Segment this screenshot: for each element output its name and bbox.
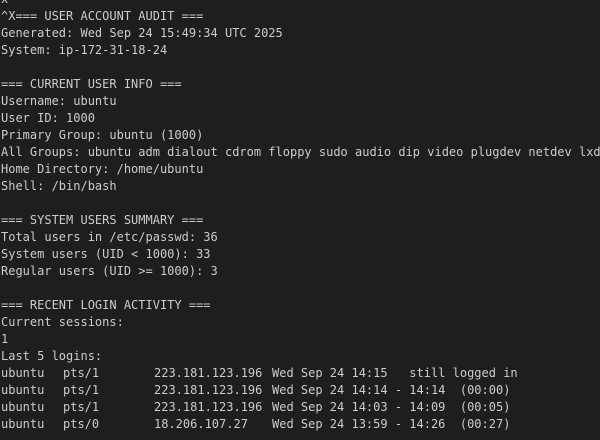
login-host: 18.206.107.27: [154, 417, 248, 431]
login-time: Wed Sep 24 14:03 - 14:09 (00:05): [272, 400, 511, 414]
primary-group-line: Primary Group: ubuntu (1000): [1, 128, 204, 142]
login-time: Wed Sep 24 14:15 still logged in: [272, 366, 518, 380]
username-line: Username: ubuntu: [1, 94, 117, 108]
all-groups-line: All Groups: ubuntu adm dialout cdrom flo…: [1, 145, 600, 159]
current-sessions-count: 1: [1, 332, 9, 346]
last-logins-label: Last 5 logins:: [1, 349, 103, 363]
login-tty: pts/1: [63, 366, 100, 380]
login-row: ubuntu pts/1 223.181.123.196 Wed Sep 24 …: [1, 399, 600, 416]
regular-users-line: Regular users (UID >= 1000): 3: [1, 264, 218, 278]
home-directory-line: Home Directory: /home/ubuntu: [1, 162, 204, 176]
login-activity-header: === RECENT LOGIN ACTIVITY ===: [1, 298, 211, 312]
login-user: ubuntu: [1, 366, 45, 380]
login-tty: pts/1: [63, 383, 100, 397]
login-row: ubuntu pts/1 223.181.123.196 Wed Sep 24 …: [1, 382, 600, 399]
system-line: System: ip-172-31-18-24: [1, 43, 168, 57]
login-time: Wed Sep 24 14:14 - 14:14 (00:00): [272, 383, 511, 397]
terminal-line: x: [1, 0, 600, 8]
login-host: 223.181.123.196: [154, 366, 263, 380]
login-time: Wed Sep 24 13:59 - 14:26 (00:27): [272, 417, 511, 431]
shell-line: Shell: /bin/bash: [1, 179, 117, 193]
login-user: ubuntu: [1, 400, 45, 414]
login-host: 223.181.123.196: [154, 383, 263, 397]
login-tty: pts/1: [63, 400, 100, 414]
login-row: ubuntu pts/0 18.206.107.27 Wed Sep 24 13…: [1, 416, 600, 433]
total-users-line: Total users in /etc/passwd: 36: [1, 230, 218, 244]
login-user: ubuntu: [1, 417, 45, 431]
current-user-header: === CURRENT USER INFO ===: [1, 77, 182, 91]
login-row: ubuntu pts/1 223.181.123.196 Wed Sep 24 …: [1, 365, 600, 382]
terminal-output[interactable]: x ^X=== USER ACCOUNT AUDIT === Generated…: [0, 0, 600, 440]
audit-header: ^X=== USER ACCOUNT AUDIT ===: [1, 9, 204, 23]
system-users-line: System users (UID < 1000): 33: [1, 247, 211, 261]
login-user: ubuntu: [1, 383, 45, 397]
login-host: 223.181.123.196: [154, 400, 263, 414]
system-users-header: === SYSTEM USERS SUMMARY ===: [1, 213, 204, 227]
generated-line: Generated: Wed Sep 24 15:49:34 UTC 2025: [1, 26, 283, 40]
user-id-line: User ID: 1000: [1, 111, 95, 125]
current-sessions-label: Current sessions:: [1, 315, 124, 329]
login-tty: pts/0: [63, 417, 100, 431]
